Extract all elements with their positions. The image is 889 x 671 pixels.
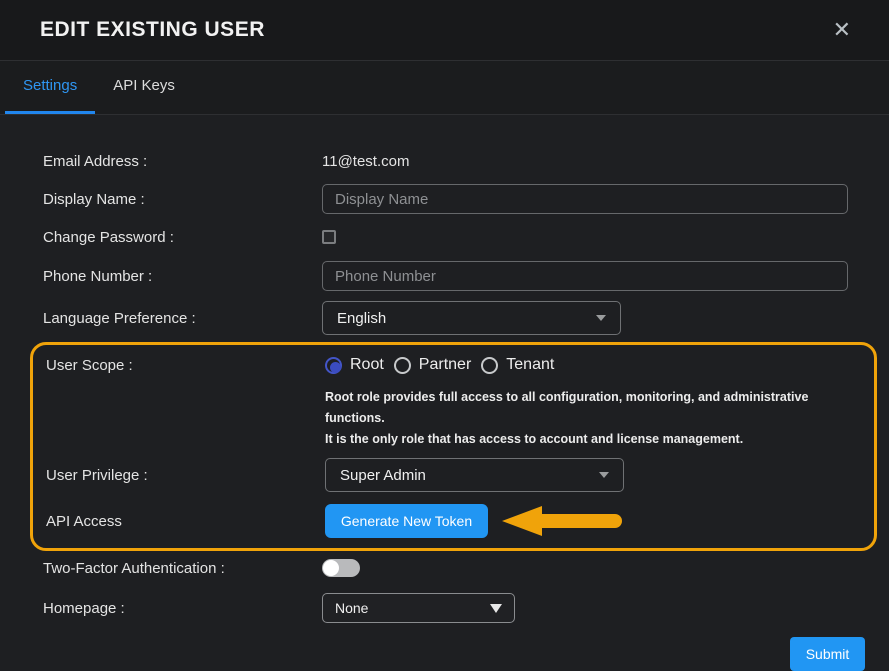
modal-title: EDIT EXISTING USER [40, 18, 265, 42]
user-scope-label: User Scope : [46, 357, 325, 374]
radio-root[interactable]: Root [325, 356, 384, 374]
radio-partner[interactable]: Partner [394, 356, 471, 374]
two-factor-toggle[interactable] [322, 559, 360, 577]
help-line-2: It is the only role that has access to a… [325, 429, 845, 450]
display-name-input[interactable] [322, 184, 848, 214]
language-row: Language Preference : English [43, 301, 848, 335]
submit-button[interactable]: Submit [790, 637, 865, 671]
select-arrow-icon [490, 604, 502, 613]
change-password-row: Change Password : [43, 230, 848, 244]
user-scope-radio-group: Root Partner Tenant [325, 356, 554, 374]
generate-new-token-button[interactable]: Generate New Token [325, 504, 488, 538]
user-scope-help-text: Root role provides full access to all co… [325, 387, 845, 450]
language-label: Language Preference : [43, 310, 322, 327]
homepage-select-value: None [335, 600, 368, 616]
language-dropdown-value: English [337, 310, 386, 327]
footer: Submit [43, 637, 865, 671]
change-password-label: Change Password : [43, 229, 322, 246]
api-access-row: API Access Generate New Token [46, 504, 845, 538]
radio-selected-icon [325, 357, 342, 374]
email-label: Email Address : [43, 153, 322, 170]
user-privilege-dropdown-value: Super Admin [340, 467, 426, 484]
display-name-row: Display Name : [43, 184, 848, 214]
two-factor-label: Two-Factor Authentication : [43, 560, 322, 577]
tab-settings[interactable]: Settings [5, 61, 95, 114]
user-privilege-dropdown[interactable]: Super Admin [325, 458, 624, 492]
homepage-select[interactable]: None [322, 593, 515, 623]
help-line-1: Root role provides full access to all co… [325, 387, 845, 429]
tab-settings-label: Settings [23, 77, 77, 94]
change-password-checkbox[interactable] [322, 230, 336, 244]
modal-header: EDIT EXISTING USER ✕ [0, 0, 889, 61]
toggle-knob [323, 560, 339, 576]
language-dropdown[interactable]: English [322, 301, 621, 335]
phone-label: Phone Number : [43, 268, 322, 285]
chevron-down-icon [596, 315, 606, 321]
homepage-label: Homepage : [43, 600, 322, 617]
tab-api-keys-label: API Keys [113, 77, 175, 94]
radio-unselected-icon [394, 357, 411, 374]
edit-user-modal: EDIT EXISTING USER ✕ Settings API Keys E… [0, 0, 889, 671]
phone-input[interactable] [322, 261, 848, 291]
radio-partner-label: Partner [419, 356, 471, 374]
homepage-row: Homepage : None [43, 593, 848, 623]
radio-root-label: Root [350, 356, 384, 374]
left-arrow-annotation-icon [500, 504, 624, 538]
close-icon[interactable]: ✕ [833, 19, 851, 41]
radio-tenant[interactable]: Tenant [481, 356, 554, 374]
radio-tenant-label: Tenant [506, 356, 554, 374]
chevron-down-icon [599, 472, 609, 478]
phone-row: Phone Number : [43, 261, 848, 291]
radio-unselected-icon [481, 357, 498, 374]
settings-form: Email Address : 11@test.com Display Name… [0, 115, 889, 671]
tab-bar: Settings API Keys [0, 61, 889, 115]
api-access-label: API Access [46, 513, 325, 530]
user-privilege-row: User Privilege : Super Admin [46, 458, 845, 492]
two-factor-row: Two-Factor Authentication : [43, 559, 848, 577]
tab-api-keys[interactable]: API Keys [95, 61, 193, 114]
user-scope-row: User Scope : Root Partner Te [46, 355, 845, 375]
highlight-annotation-box: User Scope : Root Partner Te [30, 342, 877, 551]
email-row: Email Address : 11@test.com [43, 151, 848, 171]
display-name-label: Display Name : [43, 191, 322, 208]
email-value: 11@test.com [322, 153, 409, 170]
user-privilege-label: User Privilege : [46, 467, 325, 484]
